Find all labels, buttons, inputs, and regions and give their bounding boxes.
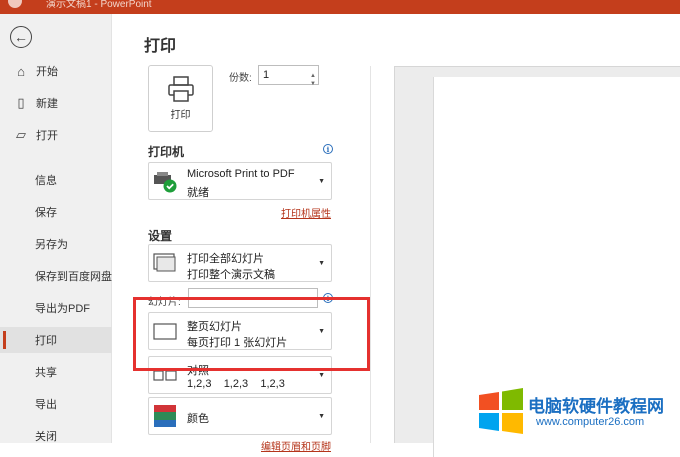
nav-item-label: 关闭 [35, 431, 57, 443]
slides-range-dropdown[interactable]: 打印全部幻灯片 打印整个演示文稿 ▼ [148, 244, 332, 282]
copies-stepper[interactable]: 1 ▲ ▼ [258, 65, 319, 87]
nav-item-label: 保存 [35, 207, 57, 219]
color-dropdown[interactable]: 颜色 ▼ [148, 397, 332, 435]
title-bar: 演示文稿1 - PowerPoint [0, 0, 680, 14]
watermark-url: www.computer26.com [536, 416, 645, 428]
powerpoint-logo-icon [8, 0, 22, 8]
pane-divider [370, 66, 371, 443]
nav-item-label: 打开 [36, 130, 58, 142]
nav-item-close[interactable]: 关闭 [0, 423, 112, 449]
back-arrow-icon[interactable]: ← [10, 26, 32, 48]
printer-properties-link[interactable]: 打印机属性 [281, 205, 331, 220]
nav-item-export-pdf[interactable]: 导出为PDF [0, 295, 112, 321]
settings-section-heading: 设置 [148, 229, 173, 243]
collate-line2: 1,2,3 1,2,3 1,2,3 [187, 378, 285, 390]
spin-down-icon[interactable]: ▼ [310, 75, 316, 93]
edit-header-footer-link[interactable]: 编辑页眉和页脚 [261, 438, 331, 453]
printer-section-heading: 打印机 [148, 145, 185, 159]
slides-range-line2: 打印整个演示文稿 [187, 269, 275, 281]
printer-name: Microsoft Print to PDF [187, 168, 295, 180]
nav-item-save-to-baidu[interactable]: 保存到百度网盘 [0, 263, 112, 289]
nav-item-home[interactable]: ⌂ 开始 [0, 58, 112, 84]
slides-range-line1: 打印全部幻灯片 [187, 253, 264, 265]
nav-item-save[interactable]: 保存 [0, 199, 112, 225]
nav-item-label: 新建 [36, 98, 58, 110]
color-swatch-icon [154, 405, 176, 427]
backstage-nav: ← ⌂ 开始 ▯ 新建 ▱ 打开 信息 保存 另存为 保存到百度网盘 导出为PD… [0, 14, 112, 443]
print-pane: 打印 打印 份数: 1 ▲ ▼ 打印机 i Microsoft Print to… [113, 14, 680, 457]
print-button[interactable]: 打印 [148, 65, 213, 132]
chevron-down-icon: ▼ [318, 413, 325, 420]
nav-item-label: 开始 [36, 66, 58, 78]
printer-status: 就绪 [187, 187, 209, 199]
page-title: 打印 [144, 38, 177, 55]
windows-logo-icon [479, 388, 523, 434]
nav-item-label: 共享 [35, 367, 57, 379]
nav-item-label: 导出 [35, 399, 57, 411]
nav-item-info[interactable]: 信息 [0, 167, 112, 193]
color-label: 颜色 [187, 413, 209, 425]
nav-item-save-as[interactable]: 另存为 [0, 231, 112, 257]
nav-item-open[interactable]: ▱ 打开 [0, 122, 112, 148]
printer-icon [167, 76, 194, 102]
nav-item-label: 打印 [35, 335, 57, 347]
info-icon[interactable]: i [323, 144, 333, 154]
nav-item-print[interactable]: 打印 [0, 327, 112, 353]
nav-item-label: 导出为PDF [35, 303, 90, 315]
window-title: 演示文稿1 - PowerPoint [46, 0, 152, 10]
copies-value: 1 [263, 69, 270, 81]
printer-dropdown[interactable]: Microsoft Print to PDF 就绪 ▼ [148, 162, 332, 200]
slides-stack-icon [153, 253, 176, 272]
nav-item-label: 保存到百度网盘 [35, 271, 112, 283]
chevron-down-icon: ▼ [318, 372, 325, 379]
nav-item-label: 另存为 [35, 239, 68, 251]
chevron-down-icon: ▼ [318, 178, 325, 185]
nav-item-label: 信息 [35, 175, 57, 187]
annotation-highlight-box [133, 297, 370, 371]
watermark-title: 电脑软硬件教程网 [528, 397, 664, 416]
nav-item-export[interactable]: 导出 [0, 391, 112, 417]
printer-ready-icon [154, 172, 177, 193]
site-watermark: 电脑软硬件教程网 www.computer26.com [472, 384, 680, 443]
copies-label: 份数: [229, 73, 252, 84]
print-button-label: 打印 [170, 110, 191, 121]
folder-open-icon: ▱ [16, 127, 26, 142]
new-file-icon: ▯ [17, 95, 25, 110]
home-icon: ⌂ [17, 63, 25, 79]
chevron-down-icon: ▼ [318, 260, 325, 267]
nav-item-share[interactable]: 共享 [0, 359, 112, 385]
nav-item-new[interactable]: ▯ 新建 [0, 90, 112, 116]
